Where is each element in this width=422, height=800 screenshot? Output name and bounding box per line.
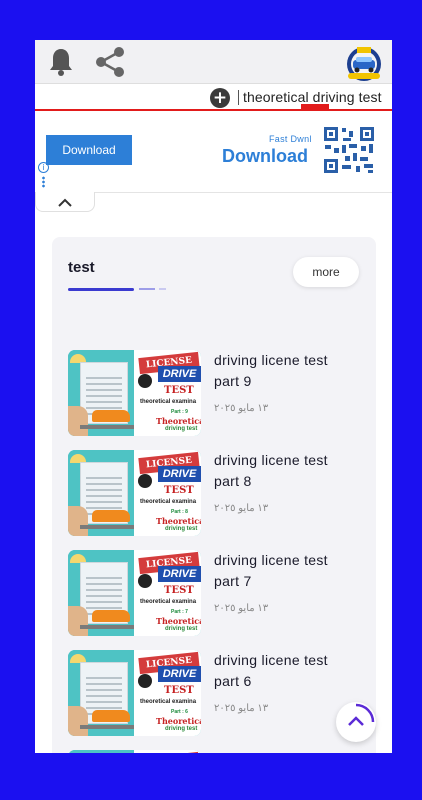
item-thumbnail[interactable]: LICENSE DRIVE TEST theoretical examina Part … <box>68 550 201 636</box>
driver-icon <box>138 574 152 588</box>
road-shape <box>80 625 134 629</box>
ad-menu-icon[interactable] <box>42 176 45 188</box>
driving-test-label: driving test <box>165 526 198 532</box>
top-bar <box>35 40 392 84</box>
test-label: TEST <box>164 585 194 596</box>
item-title[interactable]: driving licene test part 7 <box>214 550 354 592</box>
driving-test-label: driving test <box>165 726 198 732</box>
car-shape <box>92 610 130 622</box>
title-separator <box>238 90 239 105</box>
part-label: Part : 6 <box>171 709 188 715</box>
app-screen: + theoretical driving test Download i Fa… <box>35 40 392 753</box>
title-bar: + theoretical driving test <box>35 84 392 111</box>
page-title: theoretical driving test <box>243 89 382 105</box>
theoretical-label: Theoretical <box>156 516 201 526</box>
item-thumbnail[interactable]: LICENSE DRIVE TEST theoretical examina Part … <box>68 350 201 436</box>
add-icon[interactable]: + <box>210 88 230 108</box>
share-icon[interactable] <box>92 45 128 79</box>
ad-download-button[interactable]: Download <box>46 135 132 165</box>
theoretical-label: Theoretical <box>156 716 201 726</box>
driver-icon <box>138 674 152 688</box>
list-item[interactable]: LICENSE DRIVE TEST theoretical examina Part … <box>68 650 368 736</box>
drive-label: DRIVE <box>158 566 201 582</box>
scroll-top-button[interactable] <box>336 702 376 742</box>
part-label: Part : 9 <box>171 409 188 415</box>
collapse-button[interactable] <box>35 192 95 212</box>
section-underline-dash <box>139 288 155 290</box>
item-thumbnail[interactable]: LICENSEDRIVETESTtheoretical examinaTheor… <box>68 750 201 753</box>
item-title[interactable]: driving licene test part 5 <box>214 750 354 753</box>
hand-shape <box>68 506 88 536</box>
car-shape <box>92 710 130 722</box>
subtitle-label: theoretical examina <box>140 599 197 605</box>
app-logo[interactable] <box>344 44 384 82</box>
driver-icon <box>138 374 152 388</box>
ad-info-icon[interactable]: i <box>38 162 49 173</box>
part-label: Part : 7 <box>171 609 188 615</box>
drive-label: DRIVE <box>158 666 201 682</box>
road-shape <box>80 525 134 529</box>
hand-shape <box>68 706 88 736</box>
road-shape <box>80 425 134 429</box>
item-date: ١٣ مايو ٢٠٢٥ <box>214 503 269 514</box>
hand-shape <box>68 606 88 636</box>
ad-small-text: Fast Dwnl <box>269 134 312 144</box>
title-indicator <box>301 104 329 109</box>
item-date: ١٣ مايو ٢٠٢٥ <box>214 703 269 714</box>
item-title[interactable]: driving licene test part 8 <box>214 450 354 492</box>
section-underline <box>68 288 134 291</box>
item-title[interactable]: driving licene test part 9 <box>214 350 354 392</box>
car-shape <box>92 510 130 522</box>
item-thumbnail[interactable]: LICENSE DRIVE TEST theoretical examina Part … <box>68 650 201 736</box>
drive-label: DRIVE <box>158 366 201 382</box>
subtitle-label: theoretical examina <box>140 399 197 405</box>
car-shape <box>92 410 130 422</box>
item-title[interactable]: driving licene test part 6 <box>214 650 354 692</box>
driving-test-label: driving test <box>165 426 198 432</box>
item-date: ١٣ مايو ٢٠٢٥ <box>214 603 269 614</box>
list-item[interactable]: LICENSE DRIVE TEST theoretical examina Part … <box>68 450 368 536</box>
section-underline-dot <box>159 288 166 290</box>
thumb-background <box>68 750 134 753</box>
test-label: TEST <box>164 685 194 696</box>
qr-code-icon <box>323 126 375 174</box>
bell-icon[interactable] <box>46 46 76 78</box>
item-thumbnail[interactable]: LICENSE DRIVE TEST theoretical examina Part … <box>68 450 201 536</box>
ad-big-text[interactable]: Download <box>222 146 308 167</box>
part-label: Part : 8 <box>171 509 188 515</box>
road-shape <box>80 725 134 729</box>
hand-shape <box>68 406 88 436</box>
driver-icon <box>138 474 152 488</box>
section-card: test more LICENSE DRIVE TEST theoretical ex… <box>52 237 376 753</box>
theoretical-label: Theoretical <box>156 616 201 626</box>
item-date: ١٣ مايو ٢٠٢٥ <box>214 403 269 414</box>
list-item[interactable]: LICENSE DRIVE TEST theoretical examina Part … <box>68 550 368 636</box>
drive-label: DRIVE <box>158 466 201 482</box>
section-title: test <box>68 259 95 276</box>
list-item[interactable]: LICENSE DRIVE TEST theoretical examina Part … <box>68 350 368 436</box>
subtitle-label: theoretical examina <box>140 699 197 705</box>
driving-test-label: driving test <box>165 626 198 632</box>
theoretical-label: Theoretical <box>156 416 201 426</box>
test-label: TEST <box>164 485 194 496</box>
list-item[interactable]: LICENSEDRIVETESTtheoretical examinaTheor… <box>68 750 368 753</box>
chevron-up-icon <box>348 703 375 726</box>
ad-banner[interactable]: Download i Fast Dwnl Download <box>35 120 392 190</box>
more-button[interactable]: more <box>293 257 359 287</box>
chevron-up-icon <box>58 198 72 207</box>
test-label: TEST <box>164 385 194 396</box>
collapse-bar <box>35 190 392 214</box>
divider <box>95 192 392 193</box>
subtitle-label: theoretical examina <box>140 499 197 505</box>
